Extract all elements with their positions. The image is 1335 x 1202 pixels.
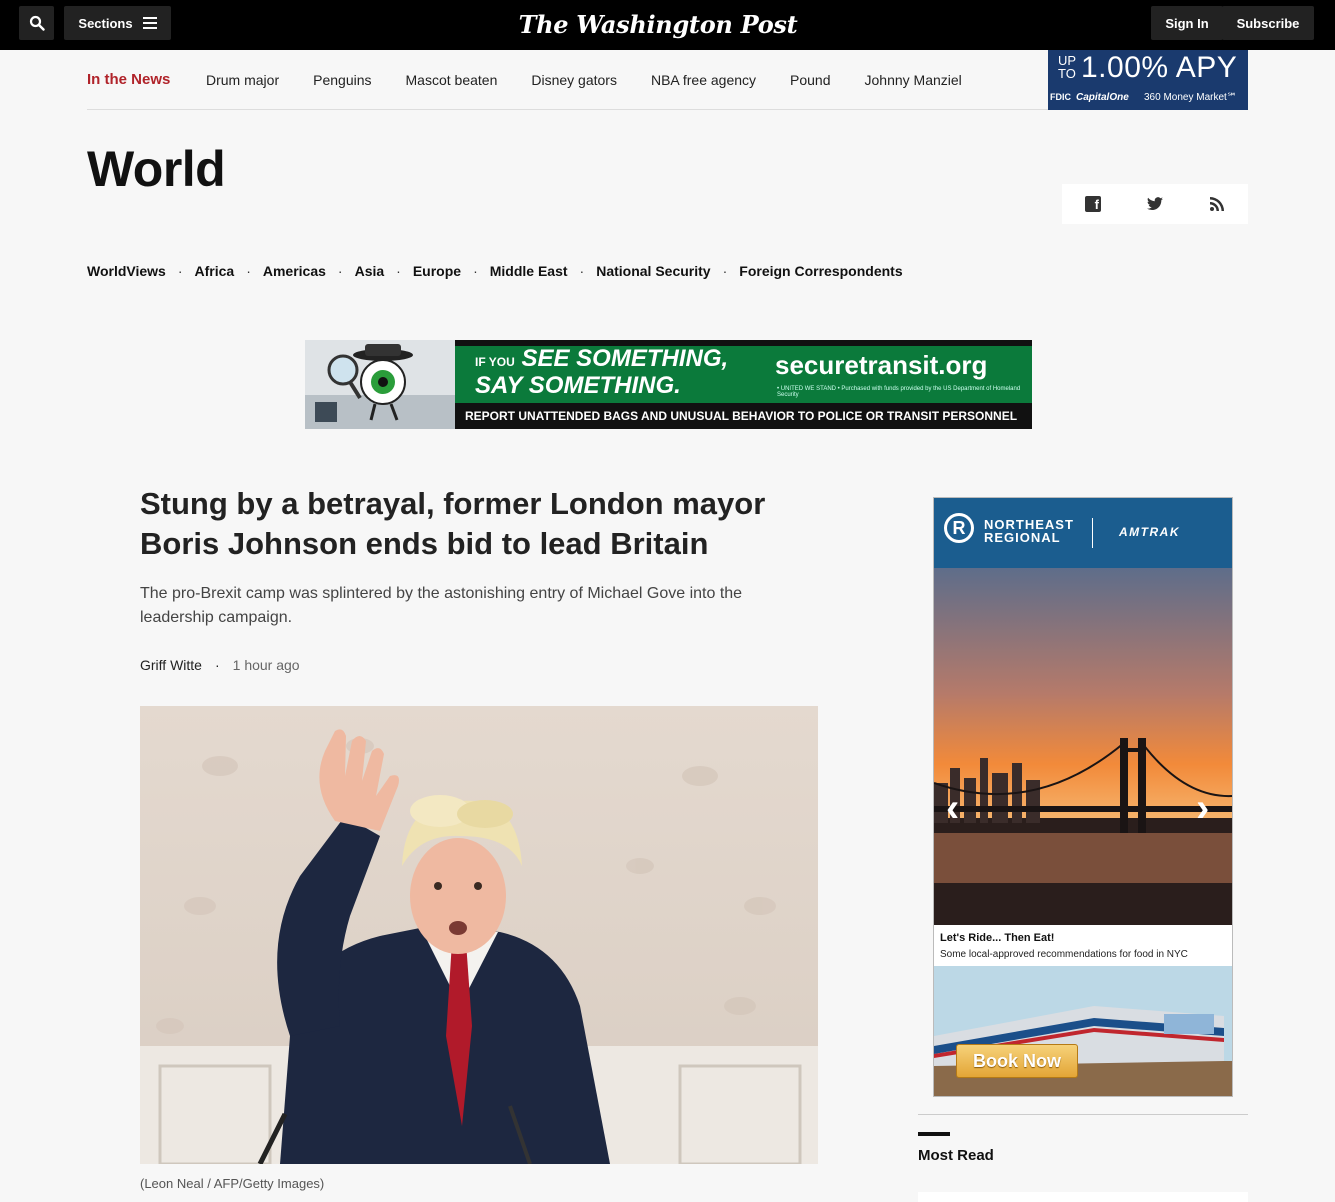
in-the-news-bar: In the News Drum major Penguins Mascot b…	[87, 50, 1248, 110]
top-navigation-bar: Sections The Washington Post Sign In Sub…	[0, 0, 1335, 50]
twitter-button[interactable]	[1143, 192, 1167, 216]
most-read-heading: Most Read	[918, 1147, 994, 1164]
capital-one-ad[interactable]: UP TO 1.00% APY FDIC CapitalOne 360 Mone…	[1048, 50, 1248, 110]
subnav-foreign-correspondents[interactable]: Foreign Correspondents	[739, 263, 902, 279]
news-link[interactable]: Penguins	[313, 72, 371, 88]
subnav-separator: ·	[177, 263, 183, 279]
apy-rate: 1.00% APY	[1081, 51, 1238, 84]
train-image: Book Now	[934, 966, 1232, 1096]
northeast-regional-text: NORTHEAST REGIONAL	[984, 517, 1074, 545]
bridge-sunset-photo: ‹ ›	[934, 568, 1232, 925]
twitter-icon	[1147, 197, 1163, 211]
amtrak-logo: AMTRAK	[1119, 525, 1180, 539]
news-link[interactable]: Disney gators	[531, 72, 617, 88]
in-the-news-links: Drum major Penguins Mascot beaten Disney…	[206, 72, 996, 88]
capital-one-brand: CapitalOne	[1076, 92, 1129, 103]
news-link[interactable]: Drum major	[206, 72, 279, 88]
subnav-separator: ·	[337, 263, 343, 279]
photo-caption: (Leon Neal / AFP/Getty Images)	[140, 1176, 325, 1191]
article-headline[interactable]: Stung by a betrayal, former London mayor…	[140, 484, 820, 564]
amtrak-caption-title: Let's Ride... Then Eat!	[940, 932, 1055, 944]
article-timestamp: 1 hour ago	[232, 657, 300, 673]
book-now-button[interactable]: Book Now	[956, 1044, 1078, 1078]
amtrak-caption-text: Some local-approved recommendations for …	[940, 949, 1188, 960]
apy-up-to: UP TO	[1058, 53, 1076, 81]
in-the-news-label: In the News	[87, 71, 171, 88]
hamburger-icon	[142, 17, 157, 29]
most-read-card	[918, 1192, 1248, 1202]
subnav-middle-east[interactable]: Middle East	[490, 263, 568, 279]
search-button[interactable]	[19, 6, 54, 40]
rss-button[interactable]	[1205, 192, 1229, 216]
eye-mascot-image	[305, 340, 455, 429]
author-link[interactable]: Griff Witte	[140, 657, 202, 673]
sign-in-button[interactable]: Sign In	[1151, 6, 1223, 40]
subnav-separator: ·	[473, 263, 478, 279]
carousel-prev-arrow[interactable]: ‹	[946, 788, 959, 828]
rail-divider	[918, 1114, 1248, 1115]
if-you-text: IF YOU	[475, 355, 515, 369]
rss-icon	[1210, 197, 1224, 211]
most-read-accent-bar	[918, 1132, 950, 1136]
subnav-separator: ·	[246, 263, 251, 279]
transit-report-text: REPORT UNATTENDED BAGS AND UNUSUAL BEHAV…	[465, 409, 1018, 423]
subnav-separator: ·	[579, 263, 585, 279]
subnav-europe[interactable]: Europe	[413, 263, 461, 279]
subnav-separator: ·	[396, 263, 401, 279]
northeast-regional-logo: R	[944, 513, 974, 543]
subnav-national-security[interactable]: National Security	[596, 263, 710, 279]
subnav-africa[interactable]: Africa	[195, 263, 235, 279]
subnav-separator: ·	[722, 263, 728, 279]
fdic-label: FDIC	[1050, 92, 1071, 102]
subscribe-button[interactable]: Subscribe	[1222, 6, 1314, 40]
search-icon	[29, 15, 45, 31]
masthead-logo[interactable]: The Washington Post	[517, 8, 799, 42]
securetransit-banner-ad[interactable]: IF YOU SEE SOMETHING, SAY SOMETHING. sec…	[305, 340, 1032, 429]
article-dek: The pro-Brexit camp was splintered by th…	[140, 585, 743, 626]
social-share-bar: f	[1062, 184, 1248, 224]
carousel-next-arrow[interactable]: ›	[1196, 788, 1209, 828]
sections-menu-button[interactable]: Sections	[64, 6, 171, 40]
subnav-worldviews[interactable]: WorldViews	[87, 263, 166, 279]
byline-separator: ·	[214, 657, 220, 673]
news-link[interactable]: Pound	[790, 72, 830, 88]
article-byline: Griff Witte · 1 hour ago	[140, 657, 300, 673]
news-link[interactable]: Mascot beaten	[406, 72, 498, 88]
see-something-text: SEE SOMETHING,	[521, 345, 729, 372]
amtrak-ad-header: R NORTHEAST REGIONAL AMTRAK	[934, 498, 1232, 568]
subnav-asia[interactable]: Asia	[355, 263, 385, 279]
sections-label: Sections	[78, 15, 133, 31]
securetransit-url: securetransit.org	[775, 350, 988, 380]
news-link[interactable]: NBA free agency	[651, 72, 756, 88]
facebook-icon: f	[1085, 196, 1101, 212]
lead-photo[interactable]	[140, 706, 818, 1164]
section-subnav: WorldViews · Africa · Americas · Asia · …	[87, 263, 903, 279]
see-something-slogan: IF YOU SEE SOMETHING, SAY SOMETHING.	[475, 347, 728, 398]
facebook-button[interactable]: f	[1081, 192, 1105, 216]
subnav-americas[interactable]: Americas	[263, 263, 326, 279]
news-link[interactable]: Johnny Manziel	[865, 72, 962, 88]
amtrak-ad[interactable]: R NORTHEAST REGIONAL AMTRAK ‹ › Let's Ri…	[933, 497, 1233, 1097]
say-something-text: SAY SOMETHING.	[475, 372, 681, 399]
page-title: World	[87, 141, 226, 197]
money-market-label: 360 Money Market℠	[1144, 92, 1238, 103]
transit-fine-print: • UNITED WE STAND • Purchased with funds…	[777, 386, 1021, 398]
